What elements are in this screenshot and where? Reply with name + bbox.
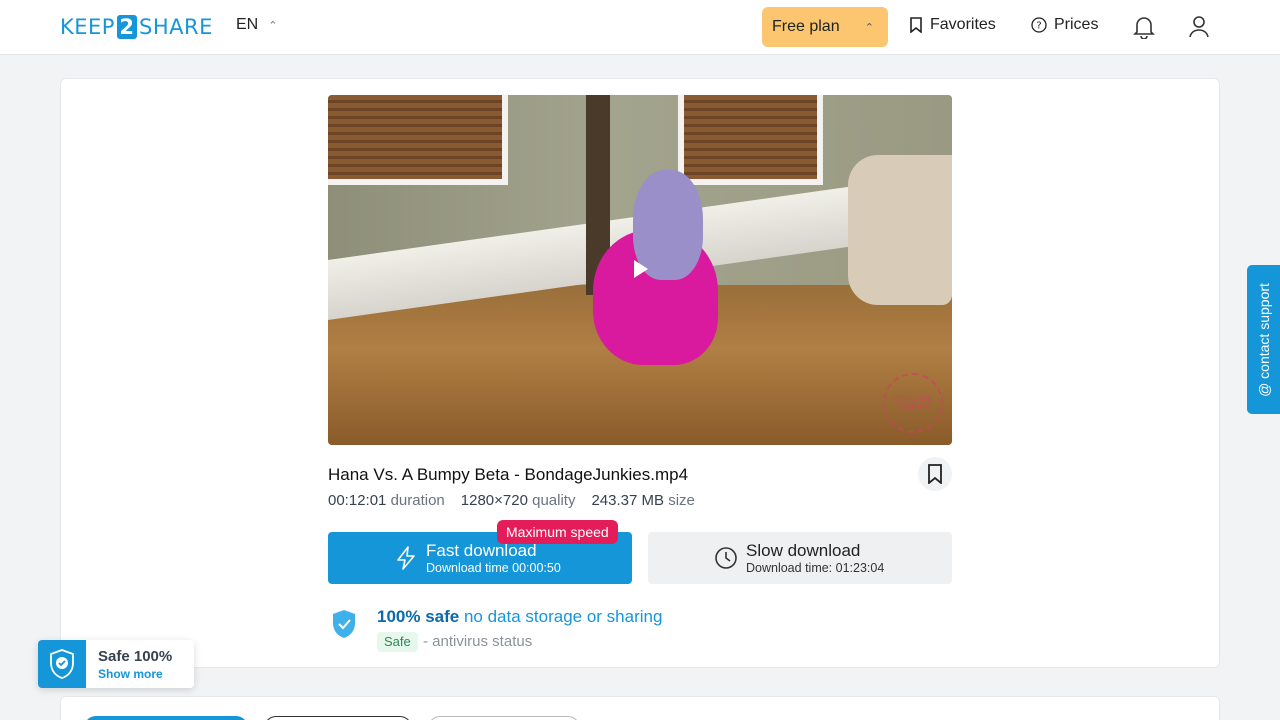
chevron-up-icon: ⌃ — [864, 21, 874, 34]
fast-download-label: Fast download — [426, 541, 537, 560]
bell-icon[interactable] — [1133, 15, 1155, 39]
logo-number: 2 — [116, 15, 137, 39]
show-more-link[interactable]: Show more — [98, 667, 163, 681]
logo-text-right: SHARE — [138, 15, 213, 39]
logo-text-left: KEEP — [60, 15, 115, 39]
video-scene-window — [678, 95, 823, 185]
safe-widget-badge — [38, 640, 86, 688]
file-meta: 00:12:01 duration 1280×720 quality 243.3… — [328, 492, 695, 509]
quality-meta: 1280×720 quality — [461, 492, 576, 509]
language-label: EN — [236, 16, 259, 33]
favorites-link[interactable]: Favorites — [909, 16, 996, 34]
shield-check-icon — [333, 610, 355, 638]
safety-headline: 100% safe no data storage or sharing — [377, 607, 662, 627]
tab-button[interactable] — [428, 716, 580, 720]
shield-check-icon — [50, 649, 74, 679]
tab-button[interactable] — [264, 716, 412, 720]
fast-download-time: Download time 00:00:50 — [426, 561, 561, 575]
bookmark-icon — [910, 17, 922, 33]
size-label: size — [668, 492, 695, 509]
play-icon[interactable] — [634, 260, 648, 278]
max-speed-badge: Maximum speed — [497, 520, 618, 544]
user-icon[interactable] — [1188, 15, 1210, 39]
video-preview[interactable]: BONDAGE JUNKIES — [328, 95, 952, 445]
favorites-label: Favorites — [930, 16, 996, 33]
safety-headline-rest: no data storage or sharing — [459, 607, 663, 626]
tab-button[interactable] — [84, 716, 248, 720]
duration-meta: 00:12:01 duration — [328, 492, 445, 509]
video-scene-window — [328, 95, 508, 185]
site-logo[interactable]: KEEP 2 SHARE — [60, 14, 213, 40]
contact-support-label: @ contact support — [1255, 282, 1272, 397]
lightning-icon — [397, 546, 415, 570]
contact-support-tab[interactable]: @ contact support — [1247, 265, 1280, 414]
clock-icon — [715, 547, 737, 569]
chevron-up-icon: ⌃ — [268, 19, 278, 32]
prices-link[interactable]: ? Prices — [1031, 16, 1098, 34]
safe-widget[interactable]: Safe 100% Show more — [38, 640, 194, 688]
bookmark-icon — [928, 464, 942, 484]
size-meta: 243.37 MB size — [591, 492, 694, 509]
size-value: 243.37 MB — [591, 492, 665, 509]
quality-value: 1280×720 — [460, 492, 528, 509]
bookmark-button[interactable] — [918, 457, 952, 491]
help-circle-icon: ? — [1031, 17, 1047, 33]
file-name: Hana Vs. A Bumpy Beta - BondageJunkies.m… — [328, 465, 689, 484]
slow-download-button[interactable]: Slow download Download time: 01:23:04 — [648, 532, 952, 584]
safe-widget-title: Safe 100% — [98, 648, 173, 665]
safety-headline-bold: 100% safe — [377, 607, 460, 626]
antivirus-status-text: - antivirus status — [423, 633, 533, 650]
duration-label: duration — [390, 492, 445, 509]
duration-value: 00:12:01 — [328, 492, 387, 509]
svg-text:?: ? — [1036, 21, 1041, 32]
slow-download-label: Slow download — [746, 541, 861, 560]
plan-label: Free plan — [772, 18, 840, 35]
video-watermark: BONDAGE JUNKIES — [883, 373, 943, 433]
prices-label: Prices — [1054, 16, 1099, 33]
safe-status-badge: Safe — [377, 632, 418, 652]
slow-download-time: Download time: 01:23:04 — [746, 561, 885, 575]
plan-dropdown[interactable]: Free plan ⌃ — [762, 7, 888, 47]
language-selector[interactable]: EN ⌃ — [236, 16, 277, 34]
top-header: KEEP 2 SHARE EN ⌃ Free plan ⌃ Favorites ? … — [0, 0, 1280, 55]
quality-label: quality — [532, 492, 576, 509]
video-scene-chair — [848, 155, 952, 305]
